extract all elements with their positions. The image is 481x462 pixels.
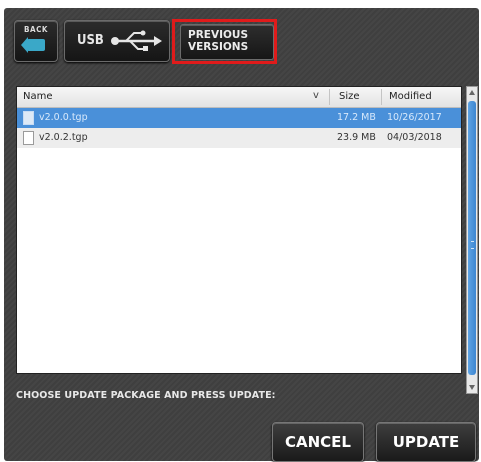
previous-versions-button[interactable]: PREVIOUS VERSIONS [180,24,274,60]
back-button-label: BACK [24,25,48,34]
previous-versions-label: PREVIOUS VERSIONS [188,29,249,53]
file-icon [23,131,34,145]
column-header-name[interactable]: Name [23,91,53,102]
column-header-size[interactable]: Size [339,91,360,102]
file-modified: 04/03/2018 [387,132,442,143]
back-arrow-icon [21,37,45,53]
column-divider [329,89,330,105]
file-list: Name v Size Modified v2.0.0.tgp 17.2 MB … [16,86,462,374]
cancel-button[interactable]: CANCEL [272,422,364,462]
file-modified: 10/26/2017 [387,112,442,123]
column-header-modified[interactable]: Modified [389,91,432,102]
instruction-text: CHOOSE UPDATE PACKAGE AND PRESS UPDATE: [16,390,276,401]
table-row[interactable]: v2.0.0.tgp 17.2 MB 10/26/2017 [17,108,461,128]
sort-chevron-icon[interactable]: v [313,90,319,101]
usb-button[interactable]: USB [64,20,170,62]
file-name: v2.0.2.tgp [39,132,88,143]
scroll-thumb[interactable] [468,101,476,375]
vertical-scrollbar[interactable] [466,86,478,394]
file-size: 17.2 MB [337,112,376,123]
back-button[interactable]: BACK [14,20,58,62]
update-button[interactable]: UPDATE [376,422,476,462]
file-icon [23,111,34,125]
file-name: v2.0.0.tgp [39,112,88,123]
grip-icon [471,241,474,249]
table-header: Name v Size Modified [17,87,461,108]
usb-icon [111,30,162,51]
table-row[interactable]: v2.0.2.tgp 23.9 MB 04/03/2018 [17,128,461,148]
update-dialog: BACK USB PREVIOUS VERSIONS Name v Size M… [4,8,479,462]
file-size: 23.9 MB [337,132,376,143]
scroll-down-icon[interactable] [468,382,476,392]
column-divider [381,89,382,105]
scroll-up-icon[interactable] [468,88,476,98]
usb-button-label: USB [77,33,104,48]
